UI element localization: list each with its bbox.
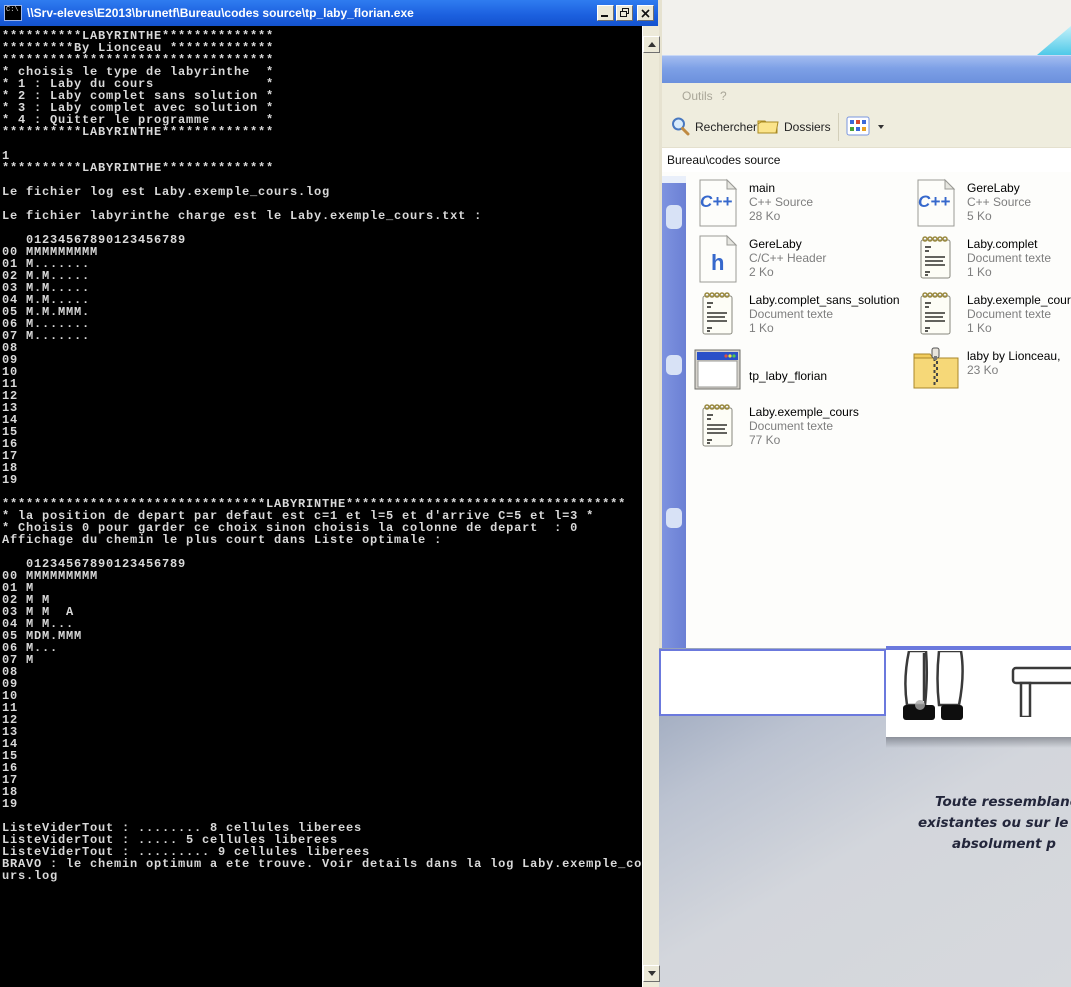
file-tile[interactable]: Laby.complet Document texte 1 Ko [912,234,1071,290]
file-name: Laby.exemple_cours [967,293,1071,307]
file-name: GereLaby [749,237,826,251]
menu-item-outils[interactable]: Outils [682,89,713,103]
file-type: C/C++ Header [749,251,826,265]
svg-text:C++: C++ [700,192,732,211]
file-size: 77 Ko [749,433,859,447]
file-tile[interactable]: h GereLaby C/C++ Header 2 Ko [694,234,912,290]
file-size: 1 Ko [749,321,900,335]
explorer-titlebar[interactable] [662,55,1071,84]
explorer-toolbar: Rechercher Dossiers [662,108,1071,148]
background-panel [659,649,886,716]
file-name: laby by Lionceau, [967,349,1060,363]
cmd-prompt-icon [4,5,22,21]
header-file-icon: h [694,234,742,284]
task-pane-edge [662,176,686,648]
file-tile[interactable]: C++ main C++ Source 28 Ko [694,178,912,234]
application-icon [694,349,742,399]
file-name: Laby.complet_sans_solution [749,293,900,307]
minimize-button[interactable] [597,5,614,21]
console-output-area[interactable]: **********LABYRINTHE************** *****… [0,26,642,987]
scroll-down-icon [648,971,656,976]
menu-item-help[interactable]: ? [720,89,727,103]
comic-table-drawing [1005,662,1071,722]
file-type: Document texte [967,251,1051,265]
file-name: Laby.complet [967,237,1051,251]
toolbar-separator [838,113,839,141]
file-tile[interactable]: C++ GereLaby C++ Source 5 Ko [912,178,1071,234]
file-size: 5 Ko [967,209,1031,223]
file-tile[interactable]: tp_laby_florian [694,346,912,402]
svg-text:h: h [711,250,724,275]
console-scrollbar[interactable] [642,26,659,987]
comic-caption-line: existantes ou sur le p [918,815,1071,831]
scroll-up-button[interactable] [643,36,660,53]
file-size: 2 Ko [749,265,826,279]
svg-text:C++: C++ [918,192,950,211]
file-type: C++ Source [967,195,1031,209]
folders-button[interactable]: Dossiers [757,112,831,142]
file-tile[interactable]: laby by Lionceau, 23 Ko [912,346,1071,402]
scroll-down-button[interactable] [643,965,660,982]
dropdown-arrow-icon [878,125,884,129]
console-window: \\Srv-eleves\E2013\brunetf\Bureau\codes … [0,0,658,987]
comic-legs-drawing [893,651,993,740]
task-pane-scroll-thumb[interactable] [666,355,682,375]
search-icon [670,116,690,139]
address-path: Bureau\codes source [667,153,780,167]
search-button[interactable]: Rechercher [670,112,757,142]
file-type: C++ Source [749,195,813,209]
search-button-label: Rechercher [695,120,757,134]
close-button[interactable] [637,5,654,21]
address-bar[interactable]: Bureau\codes source [662,147,1071,173]
file-size: 23 Ko [967,363,1060,377]
file-type: Document texte [967,307,1071,321]
cpp-file-icon: C++ [912,178,960,228]
file-grid: C++ main C++ Source 28 Ko C++ GereLaby C… [694,178,1071,458]
file-type: Document texte [749,419,859,433]
file-name: GereLaby [967,181,1031,195]
restore-button[interactable] [616,5,633,21]
views-icon [846,116,870,139]
views-button[interactable] [846,112,884,142]
file-name: main [749,181,813,195]
task-pane-edge-cap [662,176,686,183]
console-titlebar[interactable]: \\Srv-eleves\E2013\brunetf\Bureau\codes … [0,0,658,26]
explorer-menubar: Outils ? [662,83,1071,109]
text-file-icon [694,290,742,340]
task-pane-scroll-thumb[interactable] [666,205,682,229]
folders-button-label: Dossiers [784,120,831,134]
console-output: **********LABYRINTHE************** *****… [2,30,642,882]
file-tile[interactable]: Laby.exemple_cours Document texte 77 Ko [694,402,912,458]
file-name: tp_laby_florian [749,369,827,383]
text-file-icon [694,402,742,452]
file-size: 1 Ko [967,321,1071,335]
scroll-up-icon [648,42,656,47]
file-tile[interactable]: Laby.exemple_cours Document texte 1 Ko [912,290,1071,346]
console-window-title: \\Srv-eleves\E2013\brunetf\Bureau\codes … [27,6,597,20]
desktop: { "console": { "title": "\\\\Srv-eleves\… [0,0,1071,987]
task-pane-scroll-thumb[interactable] [666,508,682,528]
comic-caption-line: Toute ressemblance [935,794,1071,810]
folders-icon [757,117,779,137]
comic-caption-line: absolument p [952,836,1056,852]
file-type: Document texte [749,307,900,321]
file-size: 28 Ko [749,209,813,223]
file-size: 1 Ko [967,265,1051,279]
zip-folder-icon [912,346,960,396]
text-file-icon [912,290,960,340]
text-file-icon [912,234,960,284]
file-name: Laby.exemple_cours [749,405,859,419]
cpp-file-icon: C++ [694,178,742,228]
file-tile[interactable]: Laby.complet_sans_solution Document text… [694,290,912,346]
